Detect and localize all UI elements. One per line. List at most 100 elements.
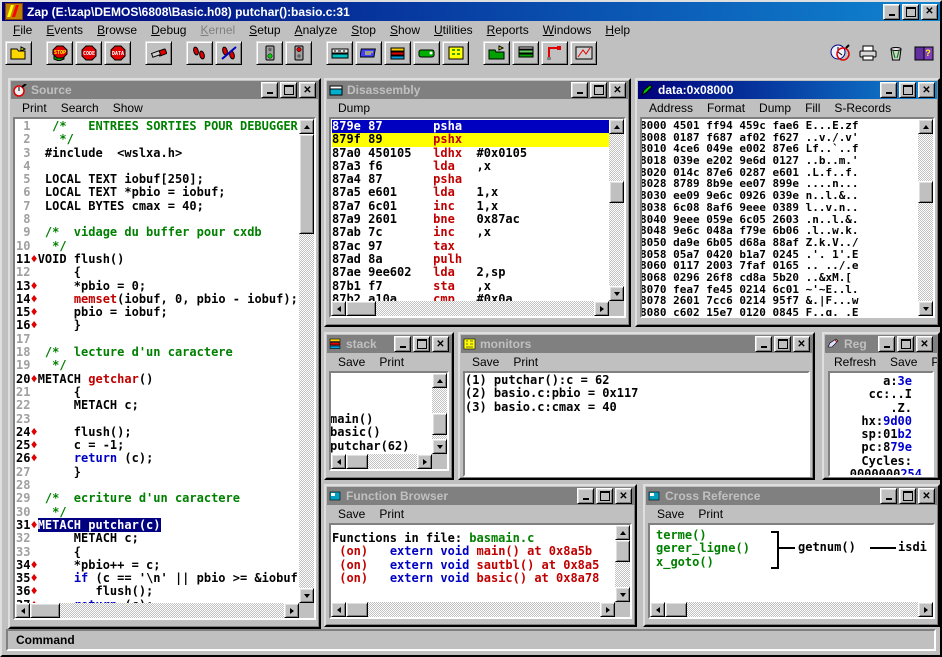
source-line[interactable]: 12 { (16, 266, 299, 279)
cross-reference-icon[interactable] (541, 41, 568, 65)
source-hscrollbar[interactable] (15, 603, 299, 618)
stack-hscroll-thumb[interactable] (346, 454, 368, 469)
eraser-icon[interactable] (145, 41, 172, 65)
data-minimize-button[interactable] (880, 82, 897, 98)
registers-menu-save[interactable]: Save (883, 354, 924, 370)
data-maximize-button[interactable] (899, 82, 916, 98)
breakpoint-marker[interactable] (30, 172, 37, 186)
menu-show[interactable]: Show (383, 22, 427, 38)
menu-setup[interactable]: Setup (242, 22, 287, 38)
breakpoint-marker[interactable] (30, 212, 37, 226)
data-menu-fill[interactable]: Fill (798, 100, 827, 116)
source-line[interactable]: 7 LOCAL BYTES cmax = 40; (16, 199, 299, 213)
breakpoint-marker[interactable]: ♦ (30, 451, 37, 465)
source-menu-search[interactable]: Search (54, 100, 106, 116)
registers-titlebar[interactable]: Reg ✕ (825, 335, 937, 353)
source-line[interactable]: 14♦ memset(iobuf, 0, pbio - iobuf); (16, 292, 299, 306)
source-menu-show[interactable]: Show (106, 100, 150, 116)
registers-menu-pri[interactable]: Pri (924, 354, 937, 370)
function-state[interactable]: (on) (339, 558, 368, 572)
clock-icon[interactable] (827, 41, 853, 65)
source-line[interactable]: 10 */ (16, 239, 299, 253)
cross-reference-menu-print[interactable]: Print (691, 506, 730, 522)
function-state[interactable]: (on) (339, 571, 368, 585)
stack-frame[interactable]: putchar(62) (331, 439, 432, 453)
disassembly-titlebar[interactable]: Disassembly ✕ (327, 81, 628, 99)
function-name[interactable]: basic() (477, 571, 528, 585)
source-hscroll-thumb[interactable] (30, 603, 60, 618)
source-line[interactable]: 33 { (16, 545, 299, 559)
cross-reference-hscrollbar[interactable] (650, 602, 933, 617)
xref-caller[interactable]: x_goto() (656, 555, 750, 569)
data-scroll-up-button[interactable] (918, 119, 933, 134)
disassembly-row[interactable]: 87a3 f6 lda ,x (332, 159, 609, 173)
registers-icon[interactable] (442, 41, 469, 65)
breakpoint-marker[interactable]: ♦ (30, 571, 37, 585)
function-browser-scroll-down-button[interactable] (615, 587, 630, 602)
function-name[interactable]: sautbl() (477, 558, 535, 572)
registers-close-button[interactable]: ✕ (916, 336, 933, 352)
disassembly-row[interactable]: 87b1 f7 sta ,x (332, 279, 609, 293)
source-line[interactable]: 11♦VOID flush() (16, 252, 299, 266)
source-code-area[interactable]: 1 /* ENTREES SORTIES POUR DEBUGGER 2 */ … (13, 117, 316, 620)
close-button[interactable]: ✕ (921, 3, 938, 20)
breakpoint-marker[interactable]: ♦ (30, 372, 37, 386)
disassembly-row[interactable]: 87a9 2601 bne 0x87ac (332, 212, 609, 226)
function-browser-hscrollbar[interactable] (331, 602, 615, 617)
data-hexdump-area[interactable]: 8000 4501 ff94 459c fae6 E...E.zf 8008 01… (640, 117, 935, 318)
stack-menu-save[interactable]: Save (331, 354, 372, 370)
stack-vscroll-thumb[interactable] (432, 413, 447, 435)
source-titlebar[interactable]: Source ✕ (11, 81, 318, 99)
cross-reference-minimize-button[interactable] (880, 488, 897, 504)
command-statusbar[interactable]: Command (6, 629, 936, 651)
source-line[interactable]: 31♦METACH putchar(c) (16, 517, 299, 532)
breakpoint-marker[interactable] (30, 239, 37, 253)
function-browser-row[interactable]: (on) extern void sautbl() at 0x8a5 (332, 558, 614, 572)
source-line[interactable]: 2 */ (16, 133, 299, 146)
source-line[interactable]: 15♦ pbio = iobuf; (16, 306, 299, 319)
app-titlebar[interactable]: Zap (E:\zap\DEMOS\6808\Basic.h08) putcha… (2, 2, 940, 21)
source-scroll-up-button[interactable] (299, 119, 314, 134)
monitors-list-area[interactable]: (1) putchar():c = 62 (2) basio.c:pbio = 0… (463, 371, 810, 477)
stop-sign-icon[interactable]: STOP (46, 41, 73, 65)
disassembly-row[interactable]: 879e 87 psha (332, 120, 609, 134)
monitors-menu-print[interactable]: Print (506, 354, 545, 370)
function-browser-maximize-button[interactable] (596, 488, 613, 504)
breakpoint-marker[interactable] (30, 120, 37, 133)
breakpoint-marker[interactable]: ♦ (30, 558, 37, 572)
function-browser-row[interactable]: (on) extern void main() at 0x8a5b (332, 545, 614, 558)
breakpoint-marker[interactable]: ♦ (30, 584, 37, 598)
disassembly-scroll-up-button[interactable] (609, 119, 624, 134)
breakpoint-marker[interactable] (30, 385, 37, 399)
function-browser-scroll-up-button[interactable] (615, 525, 630, 540)
data-vscroll-thumb[interactable] (918, 181, 933, 203)
function-browser-row[interactable]: (on) extern void basic() at 0x8a78 (332, 571, 614, 585)
minimize-button[interactable] (883, 3, 900, 20)
disassembly-window[interactable]: Disassembly ✕ Dump 879e 87 psha 879f 89 … (324, 78, 631, 327)
source-line[interactable]: 19 */ (16, 359, 299, 372)
cross-reference-graph-area[interactable]: terme() gerer_ligne() x_goto() getnum() isdi (648, 523, 935, 619)
function-browser-list-area[interactable]: Functions in file: basmain.c (on) extern… (329, 523, 632, 619)
breakpoint-marker[interactable] (30, 531, 37, 545)
source-scroll-right-button[interactable] (284, 603, 299, 618)
monitors-window[interactable]: monitors ✕ Save Print (1) putchar():c = 6… (458, 332, 815, 480)
monitors-menu-save[interactable]: Save (465, 354, 506, 370)
stack-frame[interactable]: main() (331, 413, 432, 426)
data-close-button[interactable]: ✕ (918, 82, 935, 98)
disassembly-row[interactable]: 87b2 a10a cmp #0x0a (332, 292, 609, 301)
source-line[interactable]: 28 (16, 478, 299, 492)
monitors-minimize-button[interactable] (755, 336, 772, 352)
breakpoint-marker[interactable] (30, 505, 37, 519)
menu-help[interactable]: Help (598, 22, 637, 38)
breakpoint-marker[interactable] (30, 478, 37, 492)
disassembly-list-area[interactable]: 879e 87 psha 879f 89 pshx 87a0 450105 ld… (329, 117, 626, 318)
function-browser-close-button[interactable]: ✕ (615, 488, 632, 504)
data-vscrollbar[interactable] (918, 119, 933, 316)
maximize-button[interactable] (902, 3, 919, 20)
function-browser-scroll-right-button[interactable] (600, 602, 615, 617)
source-scroll-down-button[interactable] (299, 588, 314, 603)
disassembly-minimize-button[interactable] (571, 82, 588, 98)
disassembly-vscroll-thumb[interactable] (609, 181, 624, 203)
breakpoint-marker[interactable] (30, 398, 37, 412)
breakpoint-marker[interactable] (30, 545, 37, 559)
